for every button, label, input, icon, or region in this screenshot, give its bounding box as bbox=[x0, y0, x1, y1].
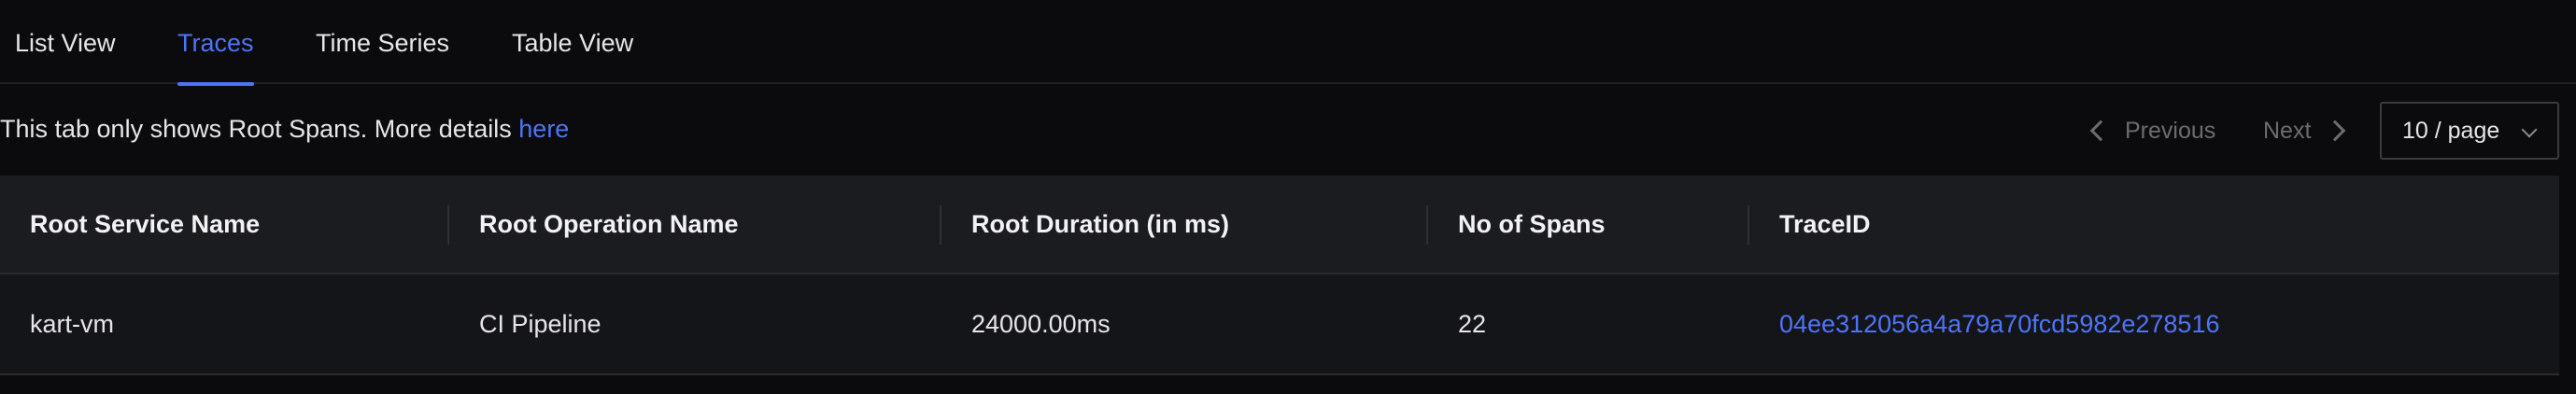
cell-root-duration: 24000.00ms bbox=[971, 310, 1111, 338]
column-header-trace-id[interactable]: TraceID bbox=[1779, 176, 1871, 273]
column-divider bbox=[1748, 205, 1749, 245]
column-divider bbox=[447, 205, 449, 245]
tab-traces[interactable]: Traces bbox=[177, 0, 254, 86]
chevron-left-icon bbox=[2089, 120, 2112, 142]
cell-no-of-spans: 22 bbox=[1458, 310, 1487, 338]
traces-table: Root Service Name Root Operation Name Ro… bbox=[0, 176, 2559, 375]
traces-explorer: List View Traces Time Series Table View … bbox=[0, 0, 2576, 394]
root-spans-info: This tab only shows Root Spans. More det… bbox=[0, 110, 569, 148]
column-header-no-of-spans[interactable]: No of Spans bbox=[1458, 176, 1606, 273]
chevron-down-icon bbox=[2521, 121, 2538, 138]
next-page-button[interactable]: Next bbox=[2263, 103, 2346, 159]
table-row[interactable]: kart-vm CI Pipeline 24000.00ms 22 04ee31… bbox=[0, 274, 2559, 375]
page-size-select[interactable]: 10 / page bbox=[2380, 102, 2559, 160]
next-label: Next bbox=[2263, 117, 2312, 144]
info-here-link[interactable]: here bbox=[518, 115, 569, 143]
chevron-right-icon bbox=[2325, 120, 2346, 142]
page-size-value: 10 / page bbox=[2402, 117, 2500, 144]
cell-root-operation-name: CI Pipeline bbox=[479, 310, 602, 338]
table-body: kart-vm CI Pipeline 24000.00ms 22 04ee31… bbox=[0, 274, 2559, 375]
cell-root-service-name: kart-vm bbox=[30, 310, 114, 338]
tab-list-view[interactable]: List View bbox=[15, 0, 116, 84]
trace-id-link[interactable]: 04ee312056a4a79a70fcd5982e278516 bbox=[1779, 274, 2220, 373]
previous-page-button[interactable]: Previous bbox=[2088, 103, 2215, 159]
column-header-root-operation-name[interactable]: Root Operation Name bbox=[479, 176, 739, 273]
column-divider bbox=[940, 205, 941, 245]
tab-table-view[interactable]: Table View bbox=[512, 0, 633, 84]
view-tabs: List View Traces Time Series Table View bbox=[0, 0, 2576, 86]
tab-time-series[interactable]: Time Series bbox=[316, 0, 449, 84]
previous-label: Previous bbox=[2125, 117, 2216, 144]
column-divider bbox=[1426, 205, 1428, 245]
table-header: Root Service Name Root Operation Name Ro… bbox=[0, 176, 2559, 274]
info-text: This tab only shows Root Spans. More det… bbox=[0, 115, 519, 143]
column-header-root-duration[interactable]: Root Duration (in ms) bbox=[971, 176, 1229, 273]
column-header-root-service-name[interactable]: Root Service Name bbox=[30, 176, 260, 273]
